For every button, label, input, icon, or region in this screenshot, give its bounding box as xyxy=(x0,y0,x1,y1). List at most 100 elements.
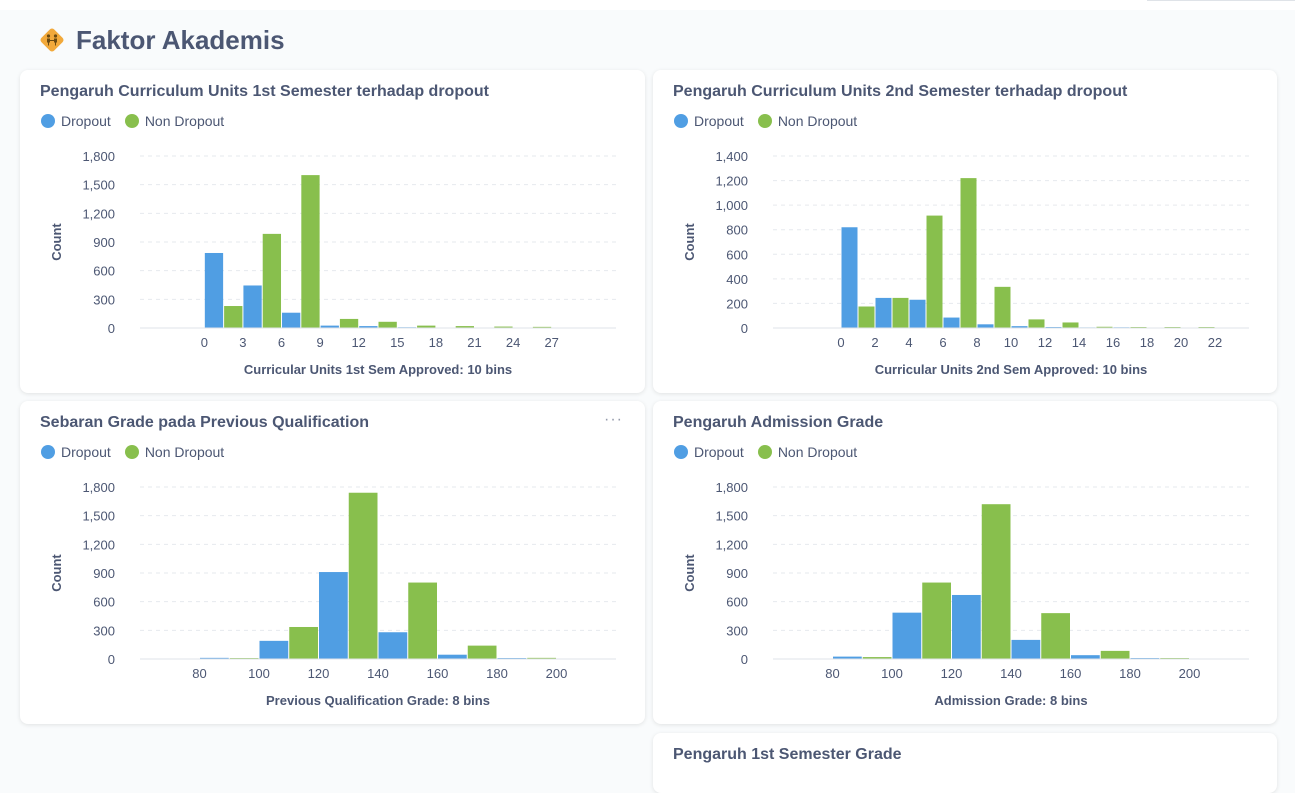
histogram-chart: 03006009001,2001,5001,800036912151821242… xyxy=(20,70,645,393)
x-axis-title: Curricular Units 1st Sem Approved: 10 bi… xyxy=(244,362,512,377)
y-tick-label: 1,500 xyxy=(715,509,748,524)
bar-non-dropout xyxy=(995,287,1011,328)
y-tick-label: 900 xyxy=(93,566,115,581)
y-tick-label: 0 xyxy=(108,321,115,336)
x-tick-label: 6 xyxy=(278,335,285,350)
card-title[interactable]: Pengaruh 1st Semester Grade xyxy=(673,746,902,764)
chart-card-curriculum-2nd[interactable]: Pengaruh Curriculum Units 2nd Semester t… xyxy=(653,70,1277,393)
bar-non-dropout xyxy=(1029,319,1045,328)
bar-dropout xyxy=(952,595,981,659)
x-tick-label: 200 xyxy=(1179,666,1201,681)
y-tick-label: 600 xyxy=(726,595,748,610)
y-tick-label: 200 xyxy=(726,296,748,311)
section-title: Faktor Akademis xyxy=(76,25,285,56)
bar-non-dropout xyxy=(982,504,1011,659)
bar-non-dropout xyxy=(1041,613,1070,659)
top-bar-divider xyxy=(1147,0,1295,1)
y-tick-label: 400 xyxy=(726,272,748,287)
x-tick-label: 160 xyxy=(1060,666,1082,681)
y-tick-label: 1,500 xyxy=(82,178,115,193)
x-tick-label: 180 xyxy=(1119,666,1141,681)
x-tick-label: 120 xyxy=(941,666,963,681)
x-tick-label: 12 xyxy=(351,335,365,350)
bar-dropout xyxy=(842,227,858,328)
y-tick-label: 600 xyxy=(93,264,115,279)
y-tick-label: 1,200 xyxy=(82,206,115,221)
y-axis-title: Count xyxy=(49,554,64,592)
x-tick-label: 120 xyxy=(308,666,330,681)
histogram-chart: 0 300 600 900 1,200 1,500 1,800 80 100 120 140 160 1… xyxy=(653,401,1277,724)
bar-dropout xyxy=(319,572,348,659)
x-tick-label: 80 xyxy=(825,666,839,681)
bar-dropout xyxy=(205,253,223,328)
histogram-chart: 02004006008001,0001,2001,400024681012141… xyxy=(653,70,1277,393)
bar-non-dropout xyxy=(379,322,397,328)
bar-non-dropout xyxy=(340,319,358,328)
bar-non-dropout xyxy=(893,298,909,328)
chart-card-curriculum-1st[interactable]: Pengaruh Curriculum Units 1st Semester t… xyxy=(20,70,645,393)
x-tick-label: 100 xyxy=(248,666,270,681)
x-tick-label: 22 xyxy=(1208,335,1222,350)
bar-dropout xyxy=(1012,640,1041,659)
y-axis-title: Count xyxy=(49,223,64,261)
y-tick-label: 0 xyxy=(741,321,748,336)
x-axis-title: Previous Qualification Grade: 8 bins xyxy=(266,693,490,708)
x-tick-label: 3 xyxy=(239,335,246,350)
bar-non-dropout xyxy=(1101,651,1130,659)
x-tick-label: 20 xyxy=(1174,335,1188,350)
x-tick-label: 18 xyxy=(429,335,443,350)
bar-non-dropout xyxy=(263,234,281,328)
x-tick-label: 21 xyxy=(467,335,481,350)
x-tick-label: 12 xyxy=(1038,335,1052,350)
y-axis-title: Count xyxy=(682,223,697,261)
bar-non-dropout xyxy=(408,583,437,659)
x-tick-label: 0 xyxy=(837,335,844,350)
bar-dropout xyxy=(260,641,289,659)
x-tick-label: 10 xyxy=(1004,335,1018,350)
chart-card-admission-grade[interactable]: Pengaruh Admission Grade Dropout Non Dro… xyxy=(653,401,1277,724)
bar-dropout xyxy=(1071,655,1100,659)
x-axis-title: Curricular Units 2nd Sem Approved: 10 bi… xyxy=(875,362,1148,377)
bar-non-dropout xyxy=(961,178,977,328)
y-tick-label: 1,000 xyxy=(715,198,748,213)
x-tick-label: 200 xyxy=(546,666,568,681)
y-tick-label: 0 xyxy=(741,652,748,667)
y-tick-label: 900 xyxy=(726,566,748,581)
y-tick-label: 600 xyxy=(93,595,115,610)
x-tick-label: 16 xyxy=(1106,335,1120,350)
bar-non-dropout xyxy=(922,583,951,659)
bar-dropout xyxy=(978,324,994,328)
bar-dropout xyxy=(876,298,892,328)
y-tick-label: 1,500 xyxy=(82,509,115,524)
x-tick-label: 0 xyxy=(201,335,208,350)
y-tick-label: 300 xyxy=(93,623,115,638)
y-tick-label: 300 xyxy=(726,623,748,638)
bar-non-dropout xyxy=(1063,322,1079,328)
y-axis-title: Count xyxy=(682,554,697,592)
x-tick-label: 160 xyxy=(427,666,449,681)
chart-card-previous-qualification[interactable]: Sebaran Grade pada Previous Qualificatio… xyxy=(20,401,645,724)
x-tick-label: 140 xyxy=(1000,666,1022,681)
bar-non-dropout xyxy=(927,216,943,328)
y-tick-label: 1,200 xyxy=(82,537,115,552)
x-tick-label: 27 xyxy=(544,335,558,350)
chart-card-1st-semester-grade[interactable]: Pengaruh 1st Semester Grade xyxy=(653,733,1277,793)
x-tick-label: 4 xyxy=(905,335,912,350)
bar-non-dropout xyxy=(468,646,497,659)
bar-non-dropout xyxy=(349,493,378,659)
school-crossing-icon xyxy=(38,26,66,54)
y-tick-label: 1,800 xyxy=(715,480,748,495)
y-tick-label: 800 xyxy=(726,223,748,238)
y-tick-label: 1,400 xyxy=(715,149,748,164)
bar-non-dropout xyxy=(301,175,319,328)
x-tick-label: 9 xyxy=(316,335,323,350)
x-tick-label: 140 xyxy=(367,666,389,681)
section-header: Faktor Akademis xyxy=(38,24,285,56)
y-tick-label: 1,200 xyxy=(715,537,748,552)
x-tick-label: 100 xyxy=(881,666,903,681)
x-tick-label: 80 xyxy=(192,666,206,681)
bar-dropout xyxy=(893,613,922,659)
x-tick-label: 2 xyxy=(871,335,878,350)
histogram-chart: 03006009001,2001,5001,800801001201401601… xyxy=(20,401,645,724)
x-tick-label: 6 xyxy=(939,335,946,350)
